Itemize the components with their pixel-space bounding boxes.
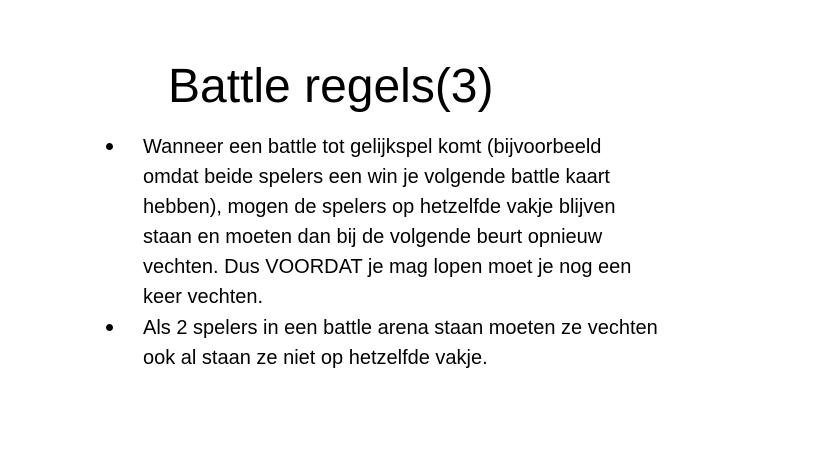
bullet-line: Wanneer een battle tot gelijkspel komt (… (143, 136, 602, 158)
slide-title: Battle regels(3) (168, 60, 494, 113)
bullet-item-1: Wanneer een battle tot gelijkspel komt (… (104, 132, 704, 312)
bullet-line: staan en moeten dan bij de volgende beur… (143, 226, 603, 248)
bullet-line: vechten. Dus VOORDAT je mag lopen moet j… (143, 256, 632, 278)
bullet-line: hebben), mogen de spelers op hetzelfde v… (143, 196, 616, 218)
slide: Battle regels(3) Wanneer een battle tot … (0, 0, 819, 460)
bullet-list: Wanneer een battle tot gelijkspel komt (… (104, 132, 704, 373)
bullet-line: keer vechten. (143, 286, 264, 308)
bullet-line: omdat beide spelers een win je volgende … (143, 166, 610, 188)
bullet-dot-icon (106, 324, 113, 331)
bullet-dot-icon (106, 143, 113, 150)
bullet-item-2: Als 2 spelers in een battle arena staan … (104, 313, 704, 373)
bullet-line: ook al staan ze niet op hetzelfde vakje. (143, 347, 488, 369)
bullet-line: Als 2 spelers in een battle arena staan … (143, 317, 658, 339)
